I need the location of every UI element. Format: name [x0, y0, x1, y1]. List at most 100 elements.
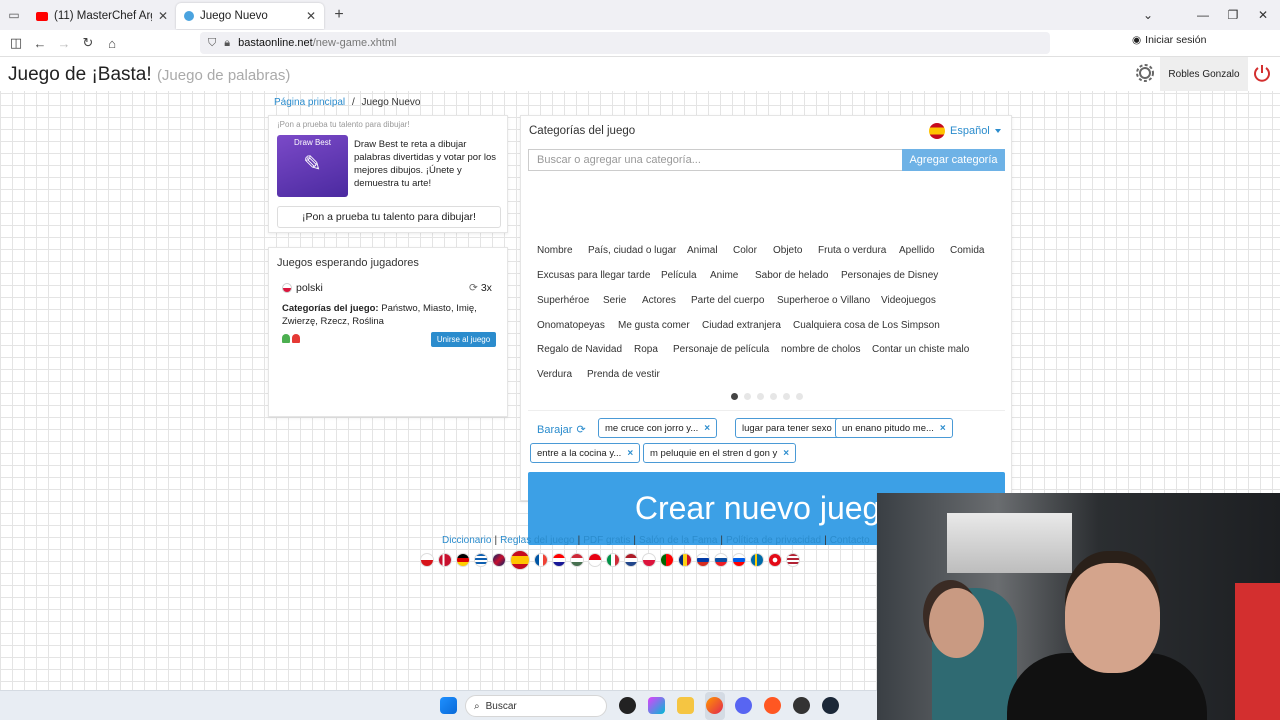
footer-link[interactable]: PDF gratis [583, 535, 630, 546]
category-item[interactable]: País, ciudad o lugar [588, 245, 676, 256]
language-flag-icon[interactable] [768, 553, 782, 567]
language-flag-icon[interactable] [588, 553, 602, 567]
language-flag-icon[interactable] [492, 553, 506, 567]
breadcrumb-home-link[interactable]: Página principal [274, 97, 345, 108]
category-item[interactable]: Ropa [634, 344, 658, 355]
footer-link[interactable]: Política de privacidad [726, 535, 821, 546]
language-flag-icon[interactable] [570, 553, 584, 567]
footer-link[interactable]: Salón de la Fama [639, 535, 717, 546]
category-item[interactable]: Prenda de vestir [587, 369, 660, 380]
language-flag-icon[interactable] [552, 553, 566, 567]
category-item[interactable]: Anime [710, 270, 738, 281]
selected-category-chip[interactable]: m peluquie en el stren d gon y × [643, 443, 797, 463]
tab-juego-nuevo[interactable]: Juego Nuevo ✕ [176, 3, 324, 29]
app-icon[interactable] [764, 697, 781, 714]
category-item[interactable]: Color [733, 245, 757, 256]
settings-gear-icon[interactable] [1135, 63, 1155, 83]
selected-category-chip[interactable]: me cruce con jorro y... × [598, 418, 718, 438]
pagination-dot[interactable] [731, 393, 738, 400]
category-item[interactable]: Personaje de película [673, 344, 769, 355]
category-item[interactable]: Animal [687, 245, 718, 256]
shield-icon[interactable]: ⛉ [208, 37, 216, 50]
category-item[interactable]: Me gusta comer [618, 320, 690, 331]
taskbar-search[interactable]: ⌕ Buscar [465, 695, 607, 717]
language-flag-icon[interactable] [696, 553, 710, 567]
remove-chip-icon[interactable]: × [704, 423, 710, 434]
close-window-icon[interactable]: ✕ [1248, 0, 1278, 30]
close-tab-icon[interactable]: ✕ [158, 9, 168, 23]
language-flag-icon[interactable] [642, 553, 656, 567]
category-item[interactable]: Contar un chiste malo [872, 344, 969, 355]
close-tab-icon[interactable]: ✕ [306, 9, 316, 23]
draw-best-thumbnail[interactable]: Draw Best ✎ [277, 135, 348, 197]
category-item[interactable]: nombre de cholos [781, 344, 861, 355]
app-icon[interactable] [619, 697, 636, 714]
footer-link[interactable]: Reglas del juego [500, 535, 575, 546]
language-flag-icon[interactable] [534, 553, 548, 567]
footer-link[interactable]: Diccionario [442, 535, 491, 546]
draw-best-button[interactable]: ¡Pon a prueba tu talento para dibujar! [277, 206, 501, 228]
page-title[interactable]: Juego de ¡Basta! (Juego de palabras) [8, 64, 290, 86]
category-item[interactable]: Excusas para llegar tarde [537, 270, 650, 281]
remove-chip-icon[interactable]: × [783, 448, 789, 459]
forward-icon[interactable]: → [52, 31, 76, 55]
tab-list-icon[interactable]: ▭ [0, 0, 28, 30]
language-flag-icon[interactable] [660, 553, 674, 567]
category-item[interactable]: Película [661, 270, 697, 281]
pagination-dot[interactable] [757, 393, 764, 400]
selected-category-chip[interactable]: entre a la cocina y... × [530, 443, 641, 463]
language-flag-icon[interactable] [678, 553, 692, 567]
category-item[interactable]: Videojuegos [881, 295, 936, 306]
selected-category-chip[interactable]: lugar para tener sexo× [735, 418, 851, 438]
category-item[interactable]: Personajes de Disney [841, 270, 938, 281]
category-item[interactable]: Sabor de helado [755, 270, 828, 281]
category-search-input[interactable] [528, 149, 902, 171]
pagination-dot[interactable] [796, 393, 803, 400]
windows-start-icon[interactable] [440, 697, 457, 714]
language-flag-icon[interactable] [456, 553, 470, 567]
category-item[interactable]: Verdura [537, 369, 572, 380]
lock-icon[interactable]: 🔒︎ [224, 37, 230, 50]
footer-link[interactable]: Contacto [830, 535, 870, 546]
logout-power-icon[interactable] [1252, 63, 1272, 83]
language-flag-icon[interactable] [786, 553, 800, 567]
join-game-button[interactable]: Unirse al juego [431, 332, 496, 347]
user-name[interactable]: Robles Gonzalo [1160, 57, 1248, 91]
language-flag-icon[interactable] [510, 550, 530, 570]
signin-button[interactable]: ◉ Iniciar sesión [1132, 34, 1206, 46]
copilot-icon[interactable] [648, 697, 665, 714]
language-flag-icon[interactable] [714, 553, 728, 567]
language-selector[interactable]: Español [929, 123, 1001, 139]
maximize-icon[interactable]: ❐ [1218, 0, 1248, 30]
add-category-button[interactable]: Agregar categoría [902, 149, 1005, 171]
category-item[interactable]: Ciudad extranjera [702, 320, 781, 331]
category-item[interactable]: Comida [950, 245, 984, 256]
category-item[interactable]: Superhéroe [537, 295, 589, 306]
category-item[interactable]: Serie [603, 295, 626, 306]
language-flag-icon[interactable] [438, 553, 452, 567]
discord-icon[interactable] [735, 697, 752, 714]
new-tab-button[interactable]: + [324, 6, 354, 24]
steam-icon[interactable] [822, 697, 839, 714]
pagination-dot[interactable] [783, 393, 790, 400]
file-explorer-icon[interactable] [677, 697, 694, 714]
tab-overflow-icon[interactable]: ⌄ [1133, 0, 1163, 30]
remove-chip-icon[interactable]: × [940, 423, 946, 434]
category-item[interactable]: Apellido [899, 245, 935, 256]
category-item[interactable]: Fruta o verdura [818, 245, 886, 256]
firefox-icon[interactable] [706, 697, 723, 714]
app-icon[interactable] [793, 697, 810, 714]
category-item[interactable]: Actores [642, 295, 676, 306]
language-flag-icon[interactable] [732, 553, 746, 567]
category-item[interactable]: Cualquiera cosa de Los Simpson [793, 320, 940, 331]
category-item[interactable]: Objeto [773, 245, 802, 256]
tab-masterchef[interactable]: (11) MasterChef Argentina - Yo ✕ [28, 3, 176, 29]
language-flag-icon[interactable] [606, 553, 620, 567]
language-flag-icon[interactable] [750, 553, 764, 567]
language-flag-icon[interactable] [420, 553, 434, 567]
back-icon[interactable]: ← [28, 31, 52, 55]
reload-icon[interactable]: ↻ [76, 31, 100, 55]
address-bar[interactable]: ⛉ 🔒︎ bastaonline.net/new-game.xhtml [200, 32, 1050, 54]
minimize-icon[interactable]: — [1188, 0, 1218, 30]
category-item[interactable]: Onomatopeyas [537, 320, 605, 331]
